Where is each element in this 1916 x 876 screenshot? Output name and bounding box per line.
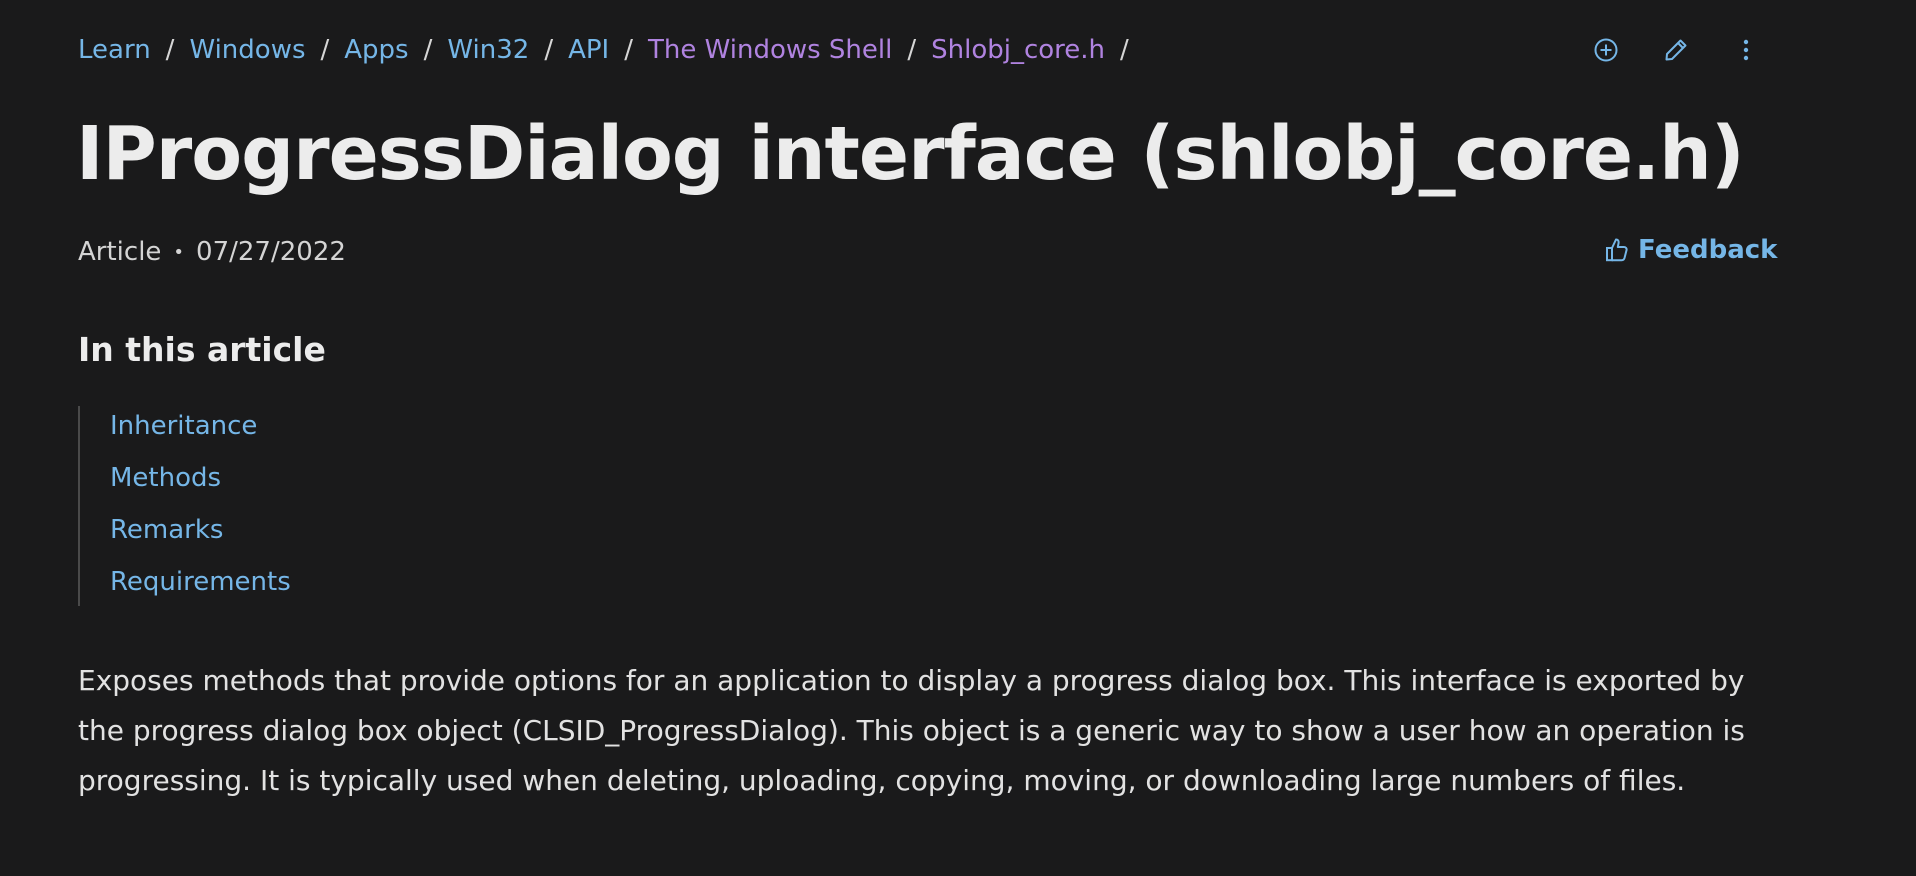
toc-heading: In this article: [78, 330, 326, 369]
feedback-button[interactable]: Feedback: [1604, 230, 1777, 270]
meta-separator: •: [173, 241, 185, 263]
docs-page: Learn / Windows / Apps / Win32 / API / T…: [0, 0, 1916, 876]
article-date: 07/27/2022: [196, 237, 346, 267]
thumbs-up-icon: [1606, 238, 1628, 262]
toc-item: Methods: [110, 456, 291, 508]
toc-link-inheritance[interactable]: Inheritance: [110, 411, 257, 441]
description-paragraph: Exposes methods that provide options for…: [78, 664, 1745, 797]
article-meta: Article • 07/27/2022: [78, 232, 346, 272]
toc-link-requirements[interactable]: Requirements: [110, 567, 291, 597]
pencil-icon: [1665, 39, 1687, 61]
more-vertical-icon: [1743, 39, 1749, 61]
page-actions: [0, 30, 1916, 70]
page-title: IProgressDialog interface (shlobj_core.h…: [76, 111, 1745, 197]
edit-button[interactable]: [1656, 30, 1696, 70]
feedback-label: Feedback: [1638, 235, 1778, 265]
toc-link-methods[interactable]: Methods: [110, 463, 221, 493]
more-actions-button[interactable]: [1726, 30, 1766, 70]
toc-link-remarks[interactable]: Remarks: [110, 515, 223, 545]
circle-plus-icon: [1594, 38, 1618, 62]
toc-item: Inheritance: [110, 404, 291, 456]
article-type: Article: [78, 237, 162, 267]
toc-item: Remarks: [110, 508, 291, 560]
add-collection-button[interactable]: [1586, 30, 1626, 70]
toc-item: Requirements: [110, 560, 291, 612]
table-of-contents: Inheritance Methods Remarks Requirements: [78, 406, 291, 606]
